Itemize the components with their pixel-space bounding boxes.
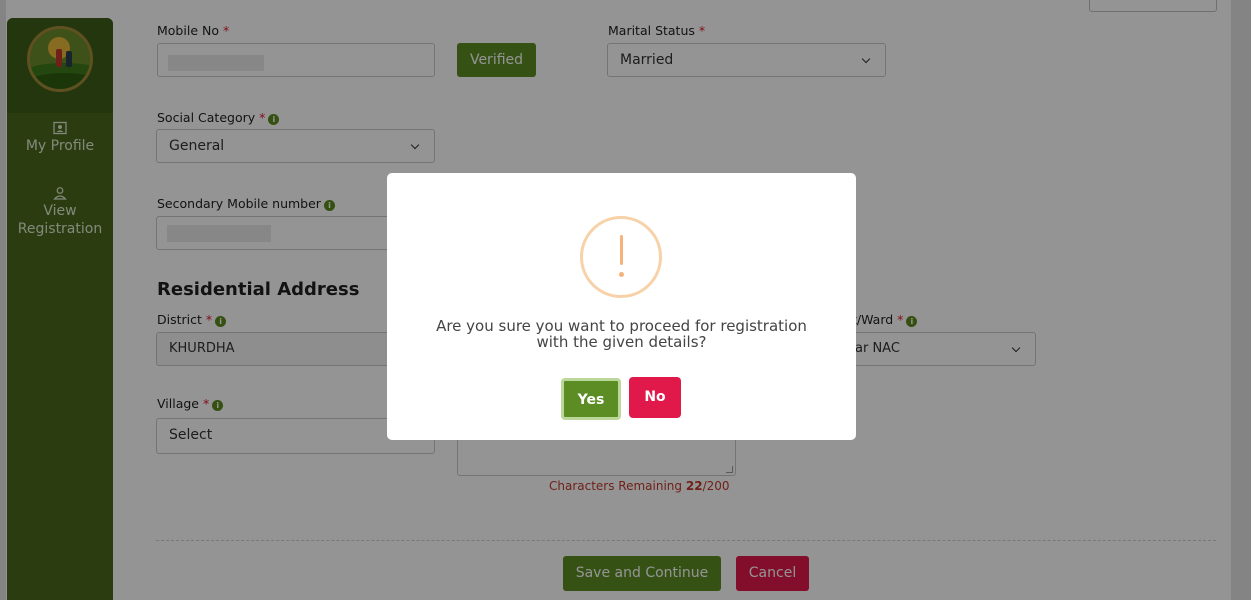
no-button[interactable]: No <box>629 377 681 418</box>
confirm-message: Are you sure you want to proceed for reg… <box>387 318 856 350</box>
confirm-message-line1: Are you sure you want to proceed for reg… <box>436 317 807 335</box>
confirm-dialog: Are you sure you want to proceed for reg… <box>387 173 856 440</box>
confirm-message-line2: with the given details? <box>536 333 707 351</box>
warning-icon <box>580 216 662 298</box>
yes-button[interactable]: Yes <box>561 378 621 420</box>
